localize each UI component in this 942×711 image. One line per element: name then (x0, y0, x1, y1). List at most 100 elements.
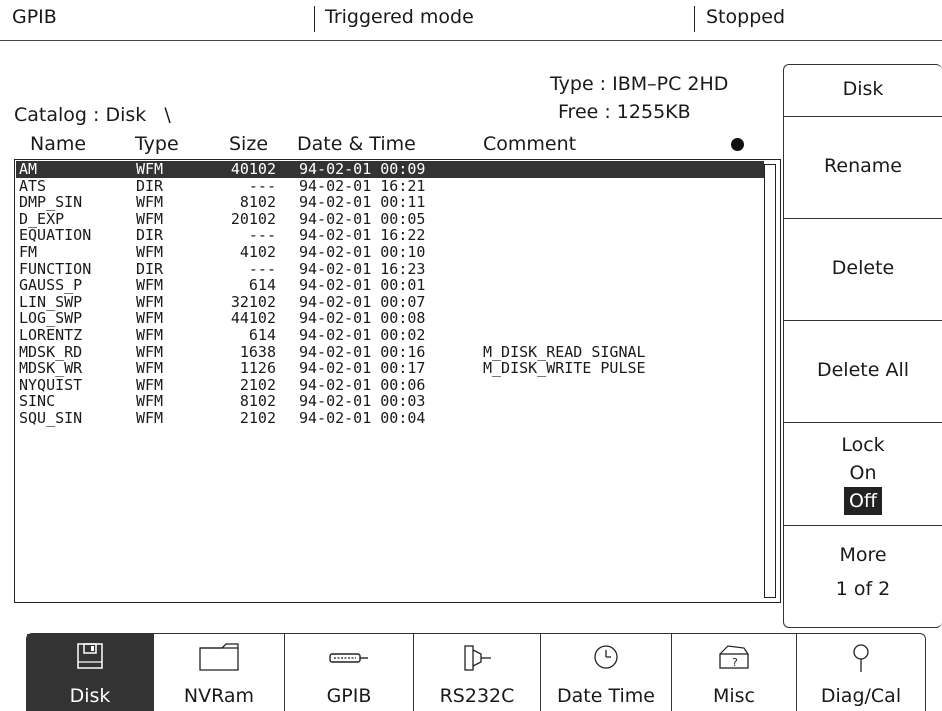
table-row[interactable]: LIN_SWP WFM 32102 94-02-01 00:07 (16, 294, 764, 311)
file-type: WFM (136, 408, 164, 427)
table-row[interactable]: ATS DIR --- 94-02-01 16:21 (16, 176, 764, 195)
lock-on-option: On (849, 462, 877, 484)
svg-text:?: ? (732, 656, 738, 669)
table-row[interactable]: LORENTZ WFM 614 94-02-01 00:02 (16, 327, 764, 344)
menu-tab-bar: Disk NVRam GPIB RS232C Date Time ? Misc … (26, 633, 926, 711)
file-name: FUNCTION (19, 259, 92, 278)
more-page-indicator: 1 of 2 (835, 578, 891, 600)
column-header-name[interactable]: Name (30, 133, 86, 155)
file-type: WFM (136, 242, 164, 261)
table-row[interactable]: GAUSS_P WFM 614 94-02-01 00:01 (16, 277, 764, 294)
file-size: 2102 (239, 408, 276, 427)
table-row[interactable]: DMP_SIN WFM 8102 94-02-01 00:11 (16, 194, 764, 211)
file-size: --- (248, 259, 276, 278)
file-size: 32102 (230, 292, 276, 311)
status-bar: GPIB Triggered mode Stopped (0, 0, 942, 41)
file-type: WFM (136, 375, 164, 394)
file-size: 2102 (239, 375, 276, 394)
rename-button[interactable]: Rename (784, 117, 942, 219)
file-type: WFM (136, 160, 164, 178)
table-row[interactable]: AM WFM 40102 94-02-01 00:09 (16, 161, 764, 178)
table-row[interactable]: LOG_SWP WFM 44102 94-02-01 00:08 (16, 310, 764, 327)
file-datetime: 94-02-01 16:21 (299, 176, 426, 195)
disk-type: Type : IBM–PC 2HD (550, 73, 729, 95)
lock-toggle-button[interactable]: Lock On Off (784, 423, 942, 526)
floppy-disk-icon (77, 643, 103, 669)
file-datetime: 94-02-01 00:04 (299, 408, 426, 427)
file-size: 1638 (239, 342, 276, 361)
disk-free-space: Free : 1255KB (558, 101, 691, 123)
table-row[interactable]: SQU_SIN WFM 2102 94-02-01 00:04 (16, 410, 764, 427)
trigger-mode-status: Triggered mode (325, 6, 474, 28)
file-datetime: 94-02-01 00:11 (299, 193, 426, 212)
delete-button[interactable]: Delete (784, 219, 942, 321)
tab-misc[interactable]: ? Misc (672, 634, 797, 711)
file-datetime: 94-02-01 00:09 (299, 160, 426, 178)
tab-date-time[interactable]: Date Time (541, 634, 672, 711)
tab-date-time-label: Date Time (557, 685, 655, 707)
file-datetime: 94-02-01 00:10 (299, 242, 426, 261)
column-header-datetime[interactable]: Date & Time (297, 133, 416, 155)
tab-gpib[interactable]: GPIB (285, 634, 414, 711)
file-name: EQUATION (19, 226, 92, 245)
file-type: WFM (136, 342, 164, 361)
file-size: 4102 (239, 242, 276, 261)
file-datetime: 94-02-01 00:01 (299, 276, 426, 295)
table-row[interactable]: D_EXP WFM 20102 94-02-01 00:05 (16, 211, 764, 228)
file-list-scrollbar[interactable] (764, 164, 776, 598)
table-row[interactable]: NYQUIST WFM 2102 94-02-01 00:06 (16, 377, 764, 394)
file-type: WFM (136, 359, 164, 378)
file-name: LOG_SWP (19, 309, 83, 328)
more-button[interactable]: More 1 of 2 (784, 526, 942, 626)
tab-nvram-label: NVRam (183, 685, 255, 707)
file-type: WFM (136, 325, 164, 344)
column-header-comment[interactable]: Comment (483, 133, 576, 155)
file-datetime: 94-02-01 16:22 (299, 226, 426, 245)
table-row[interactable]: FUNCTION DIR --- 94-02-01 16:23 (16, 259, 764, 278)
file-datetime: 94-02-01 00:08 (299, 309, 426, 328)
tab-disk-label: Disk (69, 685, 111, 707)
lock-label: Lock (841, 434, 885, 456)
tab-rs232c-label: RS232C (439, 685, 515, 707)
table-row[interactable]: MDSK_WR WFM 1126 94-02-01 00:17 M_DISK_WRITE… (16, 360, 764, 377)
file-datetime: 94-02-01 16:23 (299, 259, 426, 278)
file-datetime: 94-02-01 00:02 (299, 325, 426, 344)
file-datetime: 94-02-01 00:16 (299, 342, 426, 361)
softkey-panel: Disk Rename Delete Delete All Lock On Of… (783, 64, 942, 628)
file-name: FM (19, 242, 38, 261)
tab-gpib-label: GPIB (326, 685, 372, 707)
gpib-connector-icon (329, 653, 368, 663)
column-header-size[interactable]: Size (229, 133, 268, 155)
tab-nvram[interactable]: NVRam (154, 634, 285, 711)
file-size: 44102 (230, 309, 276, 328)
catalog-path: Catalog : Disk \ (14, 104, 171, 126)
file-type: DIR (136, 226, 164, 245)
table-row[interactable]: FM WFM 4102 94-02-01 00:10 (16, 244, 764, 261)
status-divider (314, 6, 315, 32)
tab-rs232c[interactable]: RS232C (414, 634, 541, 711)
file-size: --- (248, 226, 276, 245)
file-type: WFM (136, 193, 164, 212)
delete-all-button[interactable]: Delete All (784, 321, 942, 423)
file-name: SINC (19, 392, 56, 411)
file-type: WFM (136, 392, 164, 411)
table-row[interactable]: MDSK_RD WFM 1638 94-02-01 00:16 M_DISK_READ … (16, 342, 764, 361)
file-datetime: 94-02-01 00:06 (299, 375, 426, 394)
file-size: 20102 (230, 209, 276, 228)
tab-diag-cal[interactable]: Diag/Cal (797, 634, 925, 711)
file-size: 8102 (239, 193, 276, 212)
file-size: 614 (248, 325, 276, 344)
file-name: SQU_SIN (19, 408, 83, 427)
probe-icon (853, 644, 869, 672)
file-name: GAUSS_P (19, 276, 83, 295)
file-size: 8102 (239, 392, 276, 411)
tab-disk[interactable]: Disk (27, 634, 154, 711)
folder-icon (199, 643, 239, 671)
table-row[interactable]: SINC WFM 8102 94-02-01 00:03 (16, 393, 764, 410)
table-row[interactable]: EQUATION DIR --- 94-02-01 16:22 (16, 227, 764, 244)
file-name: D_EXP (19, 209, 65, 228)
tab-misc-label: Misc (712, 685, 756, 707)
tab-diag-cal-label: Diag/Cal (820, 685, 902, 707)
file-datetime: 94-02-01 00:17 (299, 359, 426, 378)
column-header-type[interactable]: Type (135, 133, 179, 155)
